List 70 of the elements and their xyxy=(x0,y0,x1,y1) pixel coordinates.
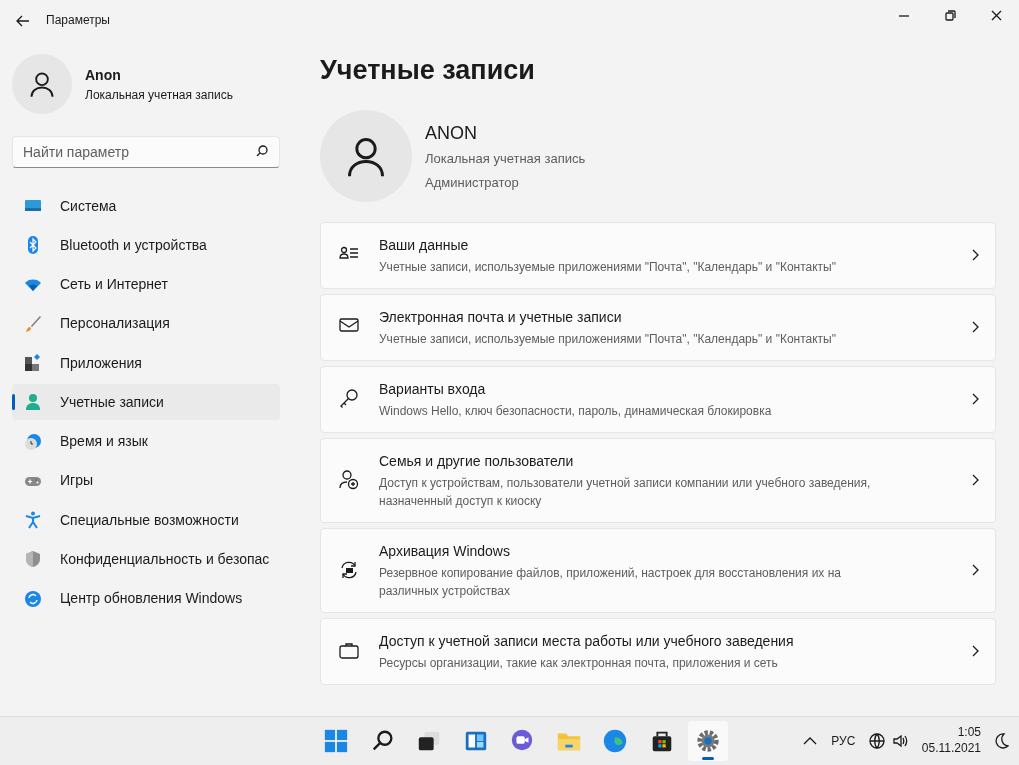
settings-card[interactable]: Архивация Windows Резервное копирование файлов, приложений, настроек для восстановления их на различных устройствах xyxy=(320,527,996,613)
user-name: Anon xyxy=(85,65,122,85)
shield-icon xyxy=(24,550,42,569)
page-title: Учетные записи xyxy=(320,54,536,87)
chevron-right-icon xyxy=(972,645,979,658)
sidebar-item[interactable]: Сеть и Интернет xyxy=(12,266,280,303)
profile-role: Администратор xyxy=(425,173,520,192)
browser-icon xyxy=(602,728,628,754)
backup-icon xyxy=(339,560,359,581)
card-title: Семья и другие пользователи xyxy=(379,451,575,471)
person-icon xyxy=(28,70,56,98)
chevron-right-icon xyxy=(972,474,979,487)
minimize-icon xyxy=(899,14,909,17)
card-description: Ресурсы организации, такие как электронная почта, приложения и сеть xyxy=(379,654,779,672)
profile-name: ANON xyxy=(425,122,478,146)
globe-icon xyxy=(869,733,886,749)
paintbrush-icon xyxy=(24,314,42,333)
account-type: Локальная учетная запись xyxy=(85,86,233,104)
sidebar-item[interactable]: Учетные записи xyxy=(12,384,280,421)
window-title: Параметры xyxy=(46,12,110,29)
chevron-right-icon xyxy=(972,249,979,262)
card-description: Резервное копирование файлов, приложений, настроек для восстановления их на различных устройствах xyxy=(379,564,842,600)
profile-account-type: Локальная учетная запись xyxy=(425,150,586,169)
clock-date[interactable]: 05.11.2021 xyxy=(921,741,981,757)
card-description: Учетные записи, используемые приложениями "Почта", "Календарь" и "Контакты" xyxy=(379,258,837,276)
key-icon xyxy=(339,389,359,410)
restore-icon xyxy=(944,10,956,22)
card-description: Учетные записи, используемые приложениями "Почта", "Календарь" и "Контакты" xyxy=(379,330,837,348)
start-icon xyxy=(323,728,349,754)
sidebar-item[interactable]: Конфиденциальность и безопас xyxy=(12,541,280,578)
search-field[interactable]: Найти параметр xyxy=(12,136,280,168)
input-language[interactable]: РУС xyxy=(831,732,856,750)
sidebar-item[interactable]: Приложения xyxy=(12,345,280,381)
card-title: Архивация Windows xyxy=(379,541,511,561)
sync-icon xyxy=(24,589,42,608)
moon-icon xyxy=(995,733,1009,749)
card-title: Доступ к учетной записи места работы или учебного заведения xyxy=(379,631,795,651)
sidebar-item[interactable]: Специальные возможности xyxy=(12,502,280,538)
accessibility-icon xyxy=(24,511,42,529)
settings-card[interactable]: Варианты входа Windows Hello, ключ безопасности, пароль, динамическая блокировка xyxy=(320,365,996,433)
briefcase-icon xyxy=(339,641,359,662)
sidebar-item[interactable]: Время и язык xyxy=(12,423,280,460)
chevron-right-icon xyxy=(972,564,979,577)
chevron-right-icon xyxy=(972,321,979,334)
card-title: Варианты входа xyxy=(379,379,487,399)
card-description: Доступ к устройствам, пользователи учетной записи компании или учебного заведения, назначенный доступ к киоску xyxy=(379,474,872,510)
search-icon xyxy=(256,145,268,157)
close-icon xyxy=(990,10,1002,22)
settings-card[interactable]: Семья и другие пользователи Доступ к устройствам, пользователи учетной записи компании или учебного заведения, назначенный доступ к киоску xyxy=(320,437,996,523)
card-title: Ваши данные xyxy=(379,235,470,255)
sidebar-item[interactable]: Персонализация xyxy=(12,305,280,342)
user-add-icon xyxy=(339,470,359,491)
gear-icon xyxy=(695,728,721,754)
clock-globe-icon xyxy=(24,432,42,451)
settings-card[interactable]: Электронная почта и учетные записи Учетные записи, используемые приложениями "Почта", "Календарь" и "Контакты" xyxy=(320,293,996,361)
apps-icon xyxy=(24,354,42,372)
card-title: Электронная почта и учетные записи xyxy=(379,307,623,327)
sidebar-item[interactable]: Система xyxy=(12,188,280,224)
chevron-right-icon xyxy=(972,393,979,406)
speaker-icon xyxy=(891,733,908,749)
person-icon xyxy=(24,393,42,412)
sidebar-item[interactable]: Игры xyxy=(12,462,280,499)
settings-card[interactable]: Ваши данные Учетные записи, используемые приложениями "Почта", "Календарь" и "Контакты" xyxy=(320,221,996,289)
sidebar-item[interactable]: Bluetooth и устройства xyxy=(12,227,280,264)
chevron-up-icon xyxy=(803,737,818,745)
back-icon xyxy=(16,14,30,27)
settings-card[interactable]: Доступ к учетной записи места работы или учебного заведения Ресурсы организации, такие как электронная почта, приложения и сеть xyxy=(320,617,996,685)
card-description: Windows Hello, ключ безопасности, пароль, динамическая блокировка xyxy=(379,402,773,420)
clock-time[interactable]: 1:05 xyxy=(921,725,981,741)
sidebar-item[interactable]: Центр обновления Windows xyxy=(12,580,280,617)
